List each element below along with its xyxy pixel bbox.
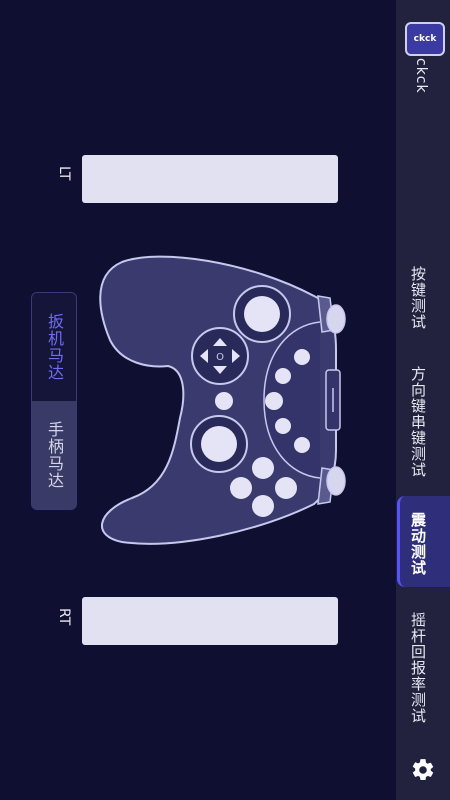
app-name: ckck xyxy=(413,58,429,94)
left-stick xyxy=(244,296,280,332)
center-button xyxy=(215,392,233,410)
face-button-4 xyxy=(275,418,291,434)
gamepad-illustration: O xyxy=(99,255,346,545)
face-button-3 xyxy=(265,392,283,410)
nav-button-test[interactable]: 按键测试 xyxy=(408,266,429,330)
logo-text: ckck xyxy=(413,34,437,44)
face-button-y xyxy=(252,457,274,479)
face-button-x xyxy=(230,477,252,499)
dpad-center-label: O xyxy=(216,352,224,363)
main-panel: LT RT 扳机马达 手柄马达 O xyxy=(0,0,396,800)
face-button-b xyxy=(275,477,297,499)
face-button-a xyxy=(252,495,274,517)
rt-trigger-button xyxy=(326,466,346,496)
right-stick xyxy=(201,426,237,462)
app-logo-icon[interactable]: ckck xyxy=(405,22,445,56)
nav-dpad-test[interactable]: 方向键串键测试 xyxy=(408,366,429,478)
nav-vibration-test[interactable]: 震动测试 xyxy=(408,512,429,576)
lt-trigger-button xyxy=(326,304,346,334)
face-button-2 xyxy=(275,368,291,384)
face-button-1 xyxy=(294,349,310,365)
face-button-5 xyxy=(294,437,310,453)
settings-icon[interactable] xyxy=(410,757,436,783)
nav-stick-report-rate-test[interactable]: 摇杆回报率测试 xyxy=(408,612,429,724)
